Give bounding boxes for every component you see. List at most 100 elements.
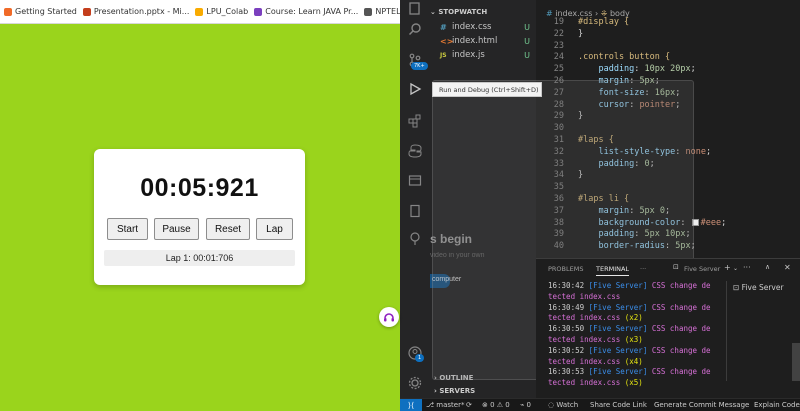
code-line[interactable]: 22} xyxy=(536,29,800,41)
explorer-folder-header[interactable]: ⌄ STOPWATCH xyxy=(430,8,487,16)
error-icon: ⊗ xyxy=(482,401,491,409)
warning-icon: ⚠ xyxy=(494,401,506,409)
log-message: tected index.css xyxy=(548,291,621,301)
gear-icon[interactable] xyxy=(406,374,424,392)
watch-status[interactable]: ◌ Watch xyxy=(548,401,578,409)
log-message: tected index.css xyxy=(548,313,621,323)
bookmarks-bar: Getting Started Presentation.pptx - Mi..… xyxy=(0,0,400,24)
log-message: tected index.css xyxy=(548,334,621,344)
js-file-icon: JS xyxy=(440,51,447,59)
terminal-line: 16:30:49 [Five Server] CSS change de xyxy=(548,303,718,314)
code-token: ; xyxy=(690,64,696,75)
code-token: #display { xyxy=(578,17,630,27)
terminal-line: 16:30:50 [Five Server] CSS change de xyxy=(548,324,718,335)
log-source: [Five Server] xyxy=(588,324,648,334)
pause-button[interactable]: Pause xyxy=(154,218,199,240)
css-file-icon: # xyxy=(440,22,447,32)
problems-status[interactable]: ⊗ 0 ⚠ 0 xyxy=(482,401,510,409)
bookmark-presentation[interactable]: Presentation.pptx - Mi... xyxy=(82,7,189,16)
code-line[interactable]: 23 xyxy=(536,41,800,53)
bookmark-nptel[interactable]: NPTEL Cloud Computi... xyxy=(364,7,400,16)
file-index-js[interactable]: JS index.js U xyxy=(440,50,536,60)
accounts-badge: 1 xyxy=(415,354,425,362)
log-message: CSS change de xyxy=(651,367,711,377)
file-index-html[interactable]: <> index.html U xyxy=(440,36,536,46)
chevron-down-icon[interactable]: ⌄ xyxy=(733,265,738,272)
bookmark-getting-started[interactable]: Getting Started xyxy=(4,7,77,16)
log-message: tected index.css xyxy=(548,356,621,366)
remote-explorer-icon[interactable] xyxy=(406,172,424,190)
terminal-output[interactable]: 16:30:42 [Five Server] CSS change de tect… xyxy=(548,281,718,389)
source-control-badge: 7K+ xyxy=(411,62,428,70)
bookmark-java-course[interactable]: Course: Learn JAVA Pr... xyxy=(254,7,358,16)
start-button[interactable]: Start xyxy=(107,218,148,240)
code-token: : xyxy=(634,64,645,75)
run-debug-icon[interactable] xyxy=(406,80,424,98)
terminal-icon: ⊡ xyxy=(673,263,679,271)
panel-more-icon[interactable]: ··· xyxy=(640,265,646,273)
line-number: 23 xyxy=(553,40,564,51)
terminal-line: tected index.css xyxy=(548,292,718,303)
reset-button[interactable]: Reset xyxy=(206,218,250,240)
terminal-line: 16:30:52 [Five Server] CSS change de xyxy=(548,346,718,357)
extensions-icon[interactable] xyxy=(406,112,424,130)
tab-terminal[interactable]: TERMINAL xyxy=(596,265,630,276)
log-time: 16:30:52 xyxy=(548,345,585,355)
code-token: .controls button { xyxy=(578,52,671,63)
lap-button[interactable]: Lap xyxy=(256,218,293,240)
code-text: .controls button { xyxy=(578,52,670,64)
bookmark-lpu-colab[interactable]: LPU_Colab xyxy=(195,7,248,16)
code-token: padding xyxy=(578,64,635,75)
close-icon[interactable]: ✕ xyxy=(784,263,791,272)
code-token: #eee xyxy=(700,217,722,228)
code-token: ; xyxy=(705,146,712,157)
browser-window: Getting Started Presentation.pptx - Mi..… xyxy=(0,0,400,411)
bookmark-icon[interactable] xyxy=(406,202,424,220)
log-time: 16:30:49 xyxy=(548,302,585,312)
log-source: [Five Server] xyxy=(588,281,648,290)
terminal-line: tected index.css (x4) xyxy=(548,357,718,368)
log-count: (x3) xyxy=(624,334,643,344)
log-message: CSS change de xyxy=(651,324,711,334)
terminal-line: tected index.css (x5) xyxy=(548,378,718,389)
code-line[interactable]: 19 #display { xyxy=(536,17,800,29)
share-code-link[interactable]: Share Code Link xyxy=(590,401,647,409)
course-icon xyxy=(254,7,263,16)
log-time: 16:30:50 xyxy=(548,324,585,334)
ports-status[interactable]: ⌁ 0 xyxy=(520,401,531,409)
more-actions-icon[interactable]: ··· xyxy=(743,263,751,272)
branch-status[interactable]: ⎇ master* xyxy=(426,401,464,409)
headset-assistant-icon[interactable] xyxy=(379,307,399,327)
chevron-up-icon[interactable]: ∧ xyxy=(765,263,770,271)
terminal-selector[interactable]: Five Server xyxy=(684,265,720,273)
bottom-panel: PROBLEMS TERMINAL ··· ⊡ Five Server + ⌄ … xyxy=(536,258,800,398)
code-text: #display { xyxy=(578,17,629,29)
scrollbar-thumb[interactable] xyxy=(792,343,800,381)
log-source: [Five Server] xyxy=(588,302,648,312)
terminal-line: 16:30:42 [Five Server] CSS change de xyxy=(548,281,718,292)
run-debug-tooltip: Run and Debug (Ctrl+Shift+D) xyxy=(432,82,542,97)
plus-icon[interactable]: + xyxy=(724,263,731,272)
servers-section[interactable]: › SERVERS xyxy=(434,387,475,395)
generate-commit-message[interactable]: Generate Commit Message xyxy=(654,401,749,409)
tree-icon[interactable] xyxy=(406,230,424,248)
file-index-css[interactable]: # index.css U xyxy=(440,22,536,32)
line-number: 24 xyxy=(553,52,564,63)
remote-icon[interactable]: ⟩⟨ xyxy=(400,399,422,411)
explain-code[interactable]: Explain Code xyxy=(754,401,800,409)
lap-list-item: Lap 1: 00:01:706 xyxy=(104,250,295,266)
python-icon[interactable] xyxy=(406,142,424,160)
terminal-icon: ⊡ xyxy=(733,283,742,292)
terminal-list-item[interactable]: ⊡ Five Server xyxy=(733,283,784,292)
code-line[interactable]: 24 .controls button { xyxy=(536,52,800,64)
code-line[interactable]: 25 padding: 10px 20px; xyxy=(536,64,800,76)
tab-problems[interactable]: PROBLEMS xyxy=(548,265,583,273)
terminal-line: tected index.css (x2) xyxy=(548,313,718,324)
explorer-icon[interactable] xyxy=(406,0,424,18)
log-source: [Five Server] xyxy=(588,367,648,377)
line-number: 22 xyxy=(553,28,564,39)
sync-icon[interactable]: ⟳ xyxy=(466,401,472,409)
powerpoint-icon xyxy=(82,7,91,16)
log-message: CSS change de xyxy=(651,302,711,312)
search-icon[interactable] xyxy=(406,20,424,38)
